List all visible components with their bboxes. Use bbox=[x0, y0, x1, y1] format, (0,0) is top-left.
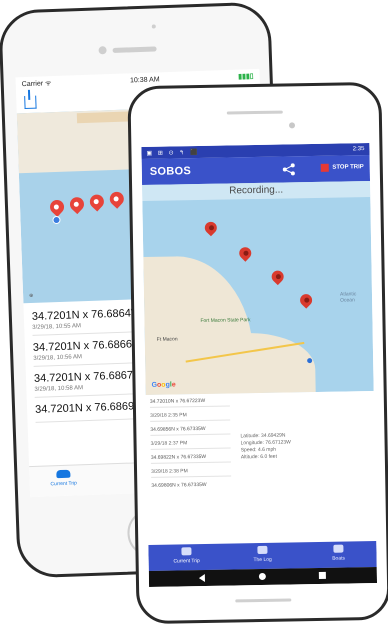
android-system-nav bbox=[148, 566, 378, 587]
current-location-dot bbox=[52, 215, 61, 225]
list-item[interactable]: 3/29/18 2:35 PM bbox=[150, 412, 187, 419]
map-pin-icon[interactable] bbox=[297, 291, 315, 309]
tab-current-trip[interactable]: Current Trip bbox=[43, 469, 84, 487]
recents-icon[interactable] bbox=[318, 571, 326, 579]
list-item[interactable]: 34.69806N x 76.67335W bbox=[151, 482, 206, 489]
battery-icon: ▮▮▮▯ bbox=[238, 73, 254, 81]
map-legal-text: ⊕ bbox=[29, 292, 34, 300]
back-icon[interactable] bbox=[198, 573, 205, 583]
android-front-camera bbox=[288, 122, 296, 129]
car-icon bbox=[181, 547, 192, 556]
car-icon bbox=[56, 469, 71, 479]
map-land bbox=[204, 332, 316, 395]
share-icon[interactable] bbox=[282, 162, 296, 176]
calendar-icon bbox=[333, 544, 344, 553]
map-pin-icon[interactable] bbox=[67, 194, 87, 215]
list-item[interactable]: 3/29/18 2:38 PM bbox=[151, 468, 188, 475]
stop-trip-label: STOP TRIP bbox=[332, 164, 364, 171]
iphone-sensor bbox=[151, 24, 156, 29]
map-place-label: Fort Macon State Park bbox=[200, 317, 251, 325]
google-logo: Google bbox=[151, 381, 176, 389]
status-icon: ↰ bbox=[179, 149, 185, 156]
map-pin-icon[interactable] bbox=[269, 268, 287, 286]
list-divider bbox=[151, 475, 232, 478]
list-item[interactable]: 34.69822N x 76.67335W bbox=[151, 454, 206, 461]
iphone-front-camera bbox=[98, 46, 107, 55]
map-place-label: Atlantic Ocean bbox=[339, 291, 357, 304]
list-item[interactable]: 34.72010N x 76.67223W bbox=[150, 398, 205, 405]
iphone-speaker bbox=[112, 46, 157, 53]
log-icon bbox=[257, 545, 268, 555]
android-location-list: 34.72010N x 76.67223W 3/29/18 2:35 PM 34… bbox=[145, 391, 377, 545]
ios-carrier: Carrier ᯤ bbox=[21, 79, 52, 88]
map-pin-icon[interactable] bbox=[236, 244, 254, 262]
share-icon[interactable] bbox=[24, 95, 37, 109]
location-detail-popup: Latitude: 34.69429N Longitude: 76.67123W… bbox=[240, 432, 291, 461]
android-bottom-nav: Current Trip The Log Boats bbox=[148, 540, 377, 571]
map-pin-icon[interactable] bbox=[106, 189, 127, 209]
status-icon: ▣ bbox=[146, 150, 153, 157]
status-icon: ⬛ bbox=[189, 149, 198, 156]
list-item[interactable]: 3/29/18 2:37 PM bbox=[151, 440, 188, 447]
list-divider bbox=[150, 461, 231, 464]
current-location-dot bbox=[307, 358, 313, 364]
status-left-icons: ▣ ⊞ ⊙ ↰ ⬛ bbox=[146, 148, 201, 157]
home-icon[interactable] bbox=[258, 572, 266, 581]
map-place-label: Ft Macon bbox=[156, 336, 178, 343]
list-item[interactable]: 34.69856N x 76.67335W bbox=[150, 426, 205, 433]
recording-banner: Recording... bbox=[142, 181, 371, 202]
tab-current-trip[interactable]: Current Trip bbox=[156, 547, 216, 565]
status-time: 2:35 bbox=[352, 146, 365, 153]
android-chin bbox=[235, 598, 292, 603]
tab-label: The Log bbox=[253, 556, 272, 564]
tab-the-log[interactable]: The Log bbox=[232, 545, 292, 563]
map-pin-icon[interactable] bbox=[47, 197, 67, 217]
tab-boats[interactable]: Boats bbox=[308, 544, 368, 562]
list-divider bbox=[150, 433, 231, 436]
tab-label: Current Trip bbox=[173, 558, 200, 565]
list-divider bbox=[150, 419, 231, 422]
detail-altitude: Altitude: 6.0 feet bbox=[240, 453, 278, 461]
map-pin-icon[interactable] bbox=[202, 219, 220, 237]
tab-label: Boats bbox=[332, 555, 346, 562]
tab-label: Current Trip bbox=[50, 480, 78, 488]
map-pin-icon[interactable] bbox=[86, 191, 107, 212]
app-title: SOBOS bbox=[149, 165, 192, 178]
android-screen: ▣ ⊞ ⊙ ↰ ⬛ 2:35 SOBOS STOP TRIP Recording… bbox=[141, 143, 378, 587]
list-divider bbox=[150, 447, 231, 450]
status-icon: ⊞ bbox=[157, 150, 163, 157]
status-icon: ⊙ bbox=[168, 149, 174, 157]
android-app-bar: SOBOS STOP TRIP bbox=[141, 155, 371, 186]
ios-time: 10:38 AM bbox=[129, 75, 160, 84]
android-map-view[interactable]: Recording... Fort Macon State Park Ft Ma… bbox=[142, 181, 374, 395]
android-earpiece bbox=[226, 110, 283, 115]
stop-trip-button[interactable]: STOP TRIP bbox=[320, 163, 364, 172]
android-device: ▣ ⊞ ⊙ ↰ ⬛ 2:35 SOBOS STOP TRIP Recording… bbox=[127, 81, 388, 624]
stop-icon bbox=[320, 163, 329, 172]
list-divider bbox=[149, 405, 230, 408]
